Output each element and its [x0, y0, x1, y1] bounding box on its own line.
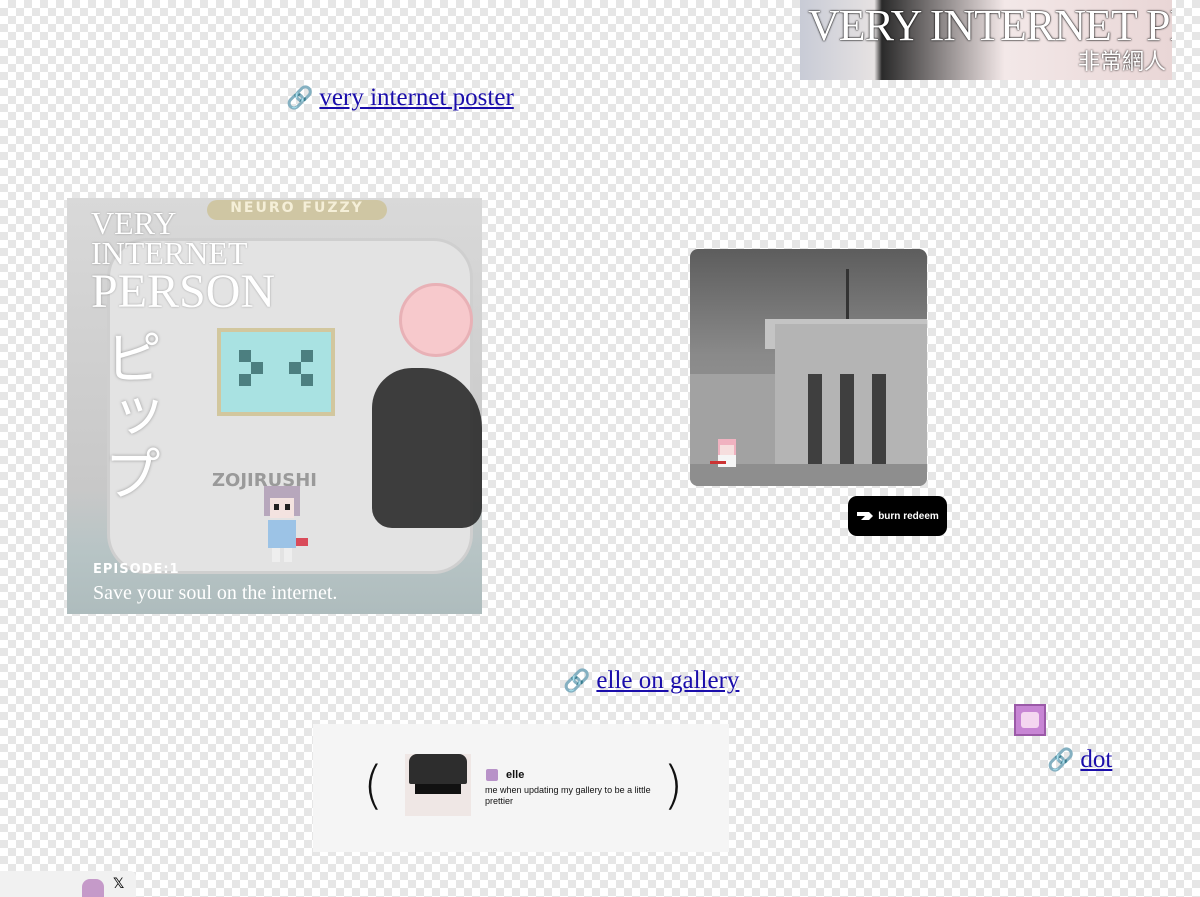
chibi-sword-character-icon: [710, 439, 736, 467]
burn-logo-icon: [857, 512, 874, 520]
building-window: [808, 374, 822, 464]
poster-tagline: Save your soul on the internet.: [93, 582, 338, 604]
embed-post-card[interactable]: ( elle me when updating my gallery to be…: [313, 724, 729, 852]
mini-character-icon: [82, 879, 104, 897]
poster-title-line3: PERSON: [91, 264, 276, 318]
footer-social-tab: 𝕏: [0, 871, 136, 897]
black-hand-illustration: [372, 368, 482, 528]
poster-title: VERY INTERNET PERSON: [91, 205, 276, 318]
poster-link[interactable]: very internet poster: [319, 84, 513, 112]
gallery-link[interactable]: elle on gallery: [596, 667, 739, 695]
building-window: [840, 374, 854, 464]
burn-redeem-button[interactable]: burn redeem: [848, 496, 947, 536]
flagpole-icon: [846, 269, 849, 324]
chibi-character-icon: [264, 486, 308, 562]
close-paren: ): [663, 756, 684, 816]
cooker-screen: [217, 328, 335, 416]
sunglasses-icon: [415, 784, 461, 794]
screen-face-icon: [239, 350, 313, 386]
header-banner-image[interactable]: VERY INTERNET PERSON 非常網人: [800, 0, 1172, 80]
poster-episode: EPISODE:1: [93, 562, 180, 577]
burn-redeem-label: burn redeem: [878, 510, 939, 522]
gallery-link-row: 🔗 elle on gallery: [563, 667, 739, 695]
dot-link-row: 🔗 dot: [1047, 746, 1112, 774]
embed-username: elle: [506, 769, 525, 781]
embed-post-text: me when updating my gallery to be a litt…: [485, 785, 651, 806]
pink-dial-icon: [399, 283, 473, 357]
pink-avatar-icon[interactable]: [1014, 704, 1046, 736]
poster-image[interactable]: NEURO FUZZY ZOJIRUSHI VERY INTERNET PERS…: [67, 198, 482, 614]
chain-link-icon: 🔗: [563, 668, 591, 694]
building-window: [872, 374, 886, 464]
chain-link-icon: 🔗: [286, 85, 314, 111]
chain-link-icon: 🔗: [1047, 747, 1075, 773]
poster-vertical-text: ピップ: [93, 328, 162, 502]
x-social-icon[interactable]: 𝕏: [113, 876, 124, 892]
poster-title-line1: VERY: [91, 205, 177, 241]
banner-subtitle: 非常網人: [1077, 50, 1166, 75]
pink-avatar-face: [1021, 712, 1039, 728]
federal-building-image[interactable]: [690, 249, 927, 486]
dot-link[interactable]: dot: [1080, 746, 1112, 774]
avatar-hair: [409, 754, 467, 784]
mini-avatar-icon: [486, 769, 498, 781]
poster-link-row: 🔗 very internet poster: [286, 84, 514, 112]
user-avatar: [405, 754, 471, 816]
open-paren: (: [363, 756, 384, 816]
